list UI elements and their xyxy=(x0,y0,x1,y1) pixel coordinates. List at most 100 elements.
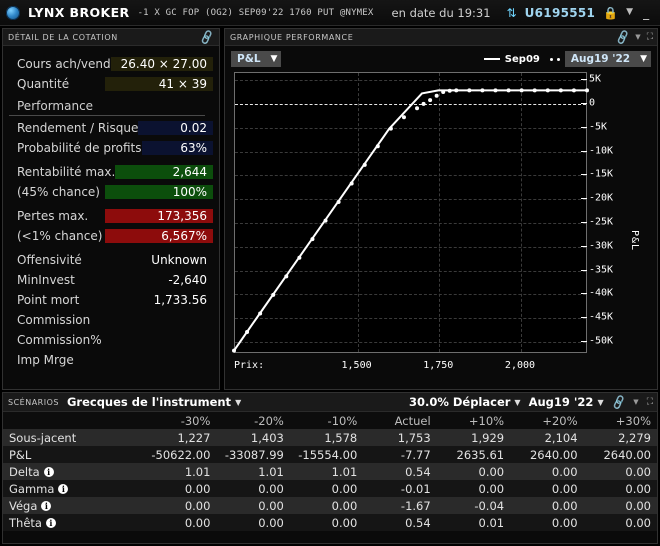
y-axis-tick-label: -35K xyxy=(589,264,613,275)
table-cell: 2640.00 xyxy=(584,446,657,463)
table-row[interactable]: Sous-jacent1,2271,4031,5781,7531,9292,10… xyxy=(3,429,657,446)
y-axis-tick-mark xyxy=(581,103,587,104)
table-cell: 0.00 xyxy=(584,514,657,531)
expand-icon[interactable]: ⛶ xyxy=(647,397,652,407)
scenarios-tab-label[interactable]: Scénarios xyxy=(8,398,59,407)
chevron-down-icon[interactable]: ▼ xyxy=(635,33,640,41)
chevron-down-icon[interactable]: ▼ xyxy=(626,8,633,17)
y-axis-title: P&L xyxy=(629,230,640,251)
chevron-down-icon: ▼ xyxy=(235,398,241,407)
y-axis-tick-label: -5K xyxy=(589,121,607,132)
chevron-down-icon: ▼ xyxy=(597,398,603,407)
series-point xyxy=(337,200,341,204)
table-cell: 0.00 xyxy=(437,480,510,497)
column-header-plus10pct[interactable]: +10% xyxy=(437,412,510,429)
row-label: Thêtai xyxy=(3,514,143,531)
info-icon[interactable]: i xyxy=(41,501,51,511)
series-point xyxy=(297,256,301,260)
scenarios-table: -30%-20%-10%Actuel+10%+20%+30% Sous-jace… xyxy=(3,412,657,531)
column-header--30pct[interactable]: -30% xyxy=(143,412,216,429)
column-header-label[interactable] xyxy=(3,412,143,429)
greeks-dropdown-label: Grecques de l'instrument xyxy=(67,395,231,409)
quote-row-label: Commission xyxy=(9,313,105,327)
quote-panel-title: Détail de la cotation xyxy=(8,33,118,42)
quote-row: Rentabilité max. 2,644 xyxy=(9,162,213,182)
table-cell: -0.01 xyxy=(363,480,436,497)
y-axis-tick-mark xyxy=(581,246,587,247)
y-axis-tick-label: -45K xyxy=(589,312,613,323)
quote-row-value: 26.40 × 27.00 xyxy=(111,57,213,71)
quote-row: Commission xyxy=(9,310,213,330)
column-header-Actuel[interactable]: Actuel xyxy=(363,412,436,429)
metric-dropdown[interactable]: P&L ▼ xyxy=(231,51,281,67)
info-icon[interactable]: i xyxy=(58,484,68,494)
series-point xyxy=(245,330,249,334)
date-dropdown[interactable]: Aug19 '22 ▼ xyxy=(565,51,651,67)
table-row[interactable]: Gammai0.000.000.00-0.010.000.000.00 xyxy=(3,480,657,497)
series-point xyxy=(258,311,262,315)
greeks-dropdown[interactable]: Grecques de l'instrument ▼ xyxy=(67,395,241,409)
quote-row-label: Cours ach/vend xyxy=(9,57,111,71)
series-point xyxy=(585,88,589,92)
scenario-date-dropdown[interactable]: Aug19 '22 ▼ xyxy=(529,395,604,409)
legend-item-expiry-line: Sep09 xyxy=(484,54,540,65)
table-cell: 2,104 xyxy=(510,429,583,446)
quote-row: (<1% chance) 6,567% xyxy=(9,226,213,246)
y-axis-tick-label: -30K xyxy=(589,240,613,251)
series-point xyxy=(363,163,367,167)
y-axis-tick-mark xyxy=(581,198,587,199)
lock-icon[interactable]: 🔒 xyxy=(603,7,618,19)
column-header--10pct[interactable]: -10% xyxy=(290,412,363,429)
y-axis-tick-mark xyxy=(581,270,587,271)
table-row[interactable]: P&L-50622.00-33087.99-15554.00-7.772635.… xyxy=(3,446,657,463)
quote-row: (45% chance) 100% xyxy=(9,182,213,202)
table-cell: 0.00 xyxy=(510,497,583,514)
quote-row: Cours ach/vend 26.40 × 27.00 xyxy=(9,54,213,74)
scenarios-table-head: -30%-20%-10%Actuel+10%+20%+30% xyxy=(3,412,657,429)
table-row[interactable]: Végai0.000.000.00-1.67-0.040.000.00 xyxy=(3,497,657,514)
quote-panel-header: Détail de la cotation 🔗 xyxy=(3,29,219,46)
table-cell: 2635.61 xyxy=(437,446,510,463)
table-cell: 0.00 xyxy=(437,463,510,480)
table-cell: 0.00 xyxy=(290,497,363,514)
chart-panel-header: Graphique performance 🔗 ▼ ⛶ xyxy=(225,29,657,46)
table-cell: 0.00 xyxy=(143,497,216,514)
quote-row-label: Quantité xyxy=(9,77,105,91)
link-chain-icon[interactable]: 🔗 xyxy=(614,29,631,44)
y-axis-tick-label: -15K xyxy=(589,169,613,180)
scenario-date-label: Aug19 '22 xyxy=(529,395,594,409)
quote-row: Probabilité de profits 63% xyxy=(9,138,213,158)
table-row[interactable]: Deltai1.011.011.010.540.000.000.00 xyxy=(3,463,657,480)
link-chain-icon[interactable]: 🔗 xyxy=(610,394,627,409)
table-cell: -0.04 xyxy=(437,497,510,514)
link-chain-icon[interactable]: 🔗 xyxy=(199,29,216,44)
quote-row: Point mort 1,733.56 xyxy=(9,290,213,310)
series-point xyxy=(324,219,328,223)
column-header-plus20pct[interactable]: +20% xyxy=(510,412,583,429)
expand-icon[interactable]: ⛶ xyxy=(647,32,652,42)
table-row[interactable]: Thêtai0.000.000.000.540.010.000.00 xyxy=(3,514,657,531)
scenarios-panel: Scénarios Grecques de l'instrument ▼ 30.… xyxy=(2,392,658,544)
series-point xyxy=(454,88,458,92)
series-point xyxy=(507,88,511,92)
table-cell: 0.00 xyxy=(216,497,289,514)
legend-item-today-dots: Aug19 '22 ▼ xyxy=(550,51,651,67)
chart-plot-area[interactable]: P&L Prix: 1,5001,7502,0005K0-5K-10K-15K-… xyxy=(225,72,659,406)
move-percent-dropdown[interactable]: 30.0% Déplacer ▼ xyxy=(409,395,521,409)
account-number[interactable]: U6195551 xyxy=(525,6,596,20)
table-cell: 0.00 xyxy=(216,480,289,497)
minimize-button[interactable]: _ xyxy=(641,6,651,20)
column-header--20pct[interactable]: -20% xyxy=(216,412,289,429)
quote-row: MinInvest -2,640 xyxy=(9,270,213,290)
y-axis-tick-mark xyxy=(581,293,587,294)
chevron-down-icon[interactable]: ▼ xyxy=(633,398,638,406)
info-icon[interactable]: i xyxy=(44,467,54,477)
quote-row-label: (<1% chance) xyxy=(9,229,105,243)
info-icon[interactable]: i xyxy=(46,518,56,528)
quote-row-value: 100% xyxy=(105,185,213,199)
y-axis-tick-mark xyxy=(581,341,587,342)
row-label: Deltai xyxy=(3,463,143,480)
column-header-plus30pct[interactable]: +30% xyxy=(584,412,657,429)
table-cell: 0.00 xyxy=(584,463,657,480)
refresh-icon[interactable]: ⇅ xyxy=(507,6,517,20)
